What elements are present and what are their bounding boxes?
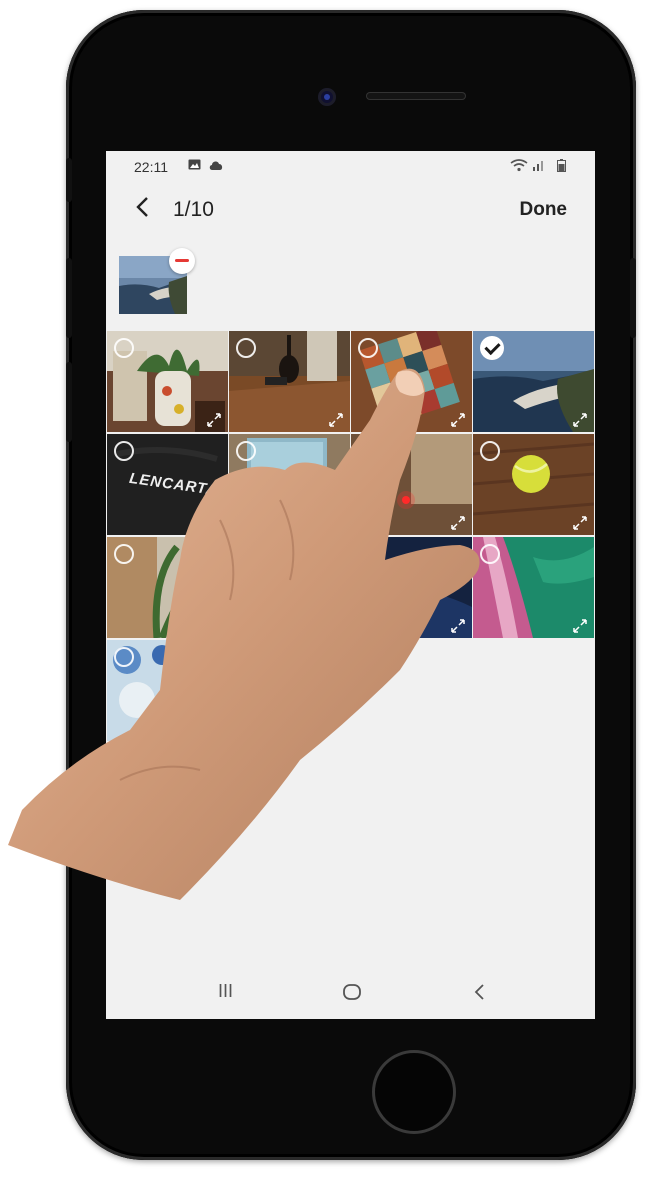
photo-blue-white-texture[interactable] — [107, 640, 228, 741]
volume-up-button — [66, 258, 72, 338]
expand-icon[interactable] — [572, 412, 588, 428]
selection-circle[interactable] — [358, 441, 378, 461]
expand-icon[interactable] — [206, 412, 222, 428]
wifi-icon — [510, 159, 528, 175]
selection-counter: 1/10 — [173, 198, 214, 221]
app-header: 1/10 Done — [106, 191, 595, 235]
photo-red-laser-dot[interactable] — [351, 434, 472, 535]
checkmark-icon[interactable] — [480, 336, 504, 360]
minus-icon[interactable] — [169, 248, 195, 274]
photo-tennis-ball-on-wood[interactable] — [473, 434, 594, 535]
selection-circle[interactable] — [236, 441, 256, 461]
status-time: 22:11 — [134, 159, 168, 175]
photo-black-t-shirt[interactable]: LENCARTA — [107, 434, 228, 535]
image-icon — [188, 159, 201, 173]
expand-icon[interactable] — [572, 515, 588, 531]
home-button[interactable] — [372, 1050, 456, 1134]
expand-icon[interactable] — [450, 515, 466, 531]
expand-icon[interactable] — [572, 618, 588, 634]
selection-circle[interactable] — [114, 544, 134, 564]
photo-blue-painting[interactable] — [229, 434, 350, 535]
screen: 22:11 1/10 Done LENCARTA III — [106, 151, 595, 1019]
signal-icon — [532, 159, 546, 174]
selection-circle[interactable] — [480, 441, 500, 461]
photo-plant-closeup[interactable] — [107, 537, 228, 638]
photo-plant-and-radiator[interactable] — [107, 331, 228, 432]
earpiece-speaker — [366, 92, 466, 100]
back-arrow-icon[interactable] — [134, 195, 150, 226]
expand-icon[interactable] — [450, 412, 466, 428]
selection-circle[interactable] — [114, 338, 134, 358]
battery-icon — [557, 159, 566, 175]
selection-circle[interactable] — [114, 647, 134, 667]
navigation-bar: III — [106, 969, 595, 1019]
selection-circle[interactable] — [358, 338, 378, 358]
status-bar: 22:11 — [106, 151, 595, 183]
volume-down-button — [66, 362, 72, 442]
done-button[interactable]: Done — [520, 199, 568, 221]
recent-apps-button[interactable]: III — [218, 981, 233, 1002]
selection-circle[interactable] — [114, 441, 134, 461]
photo-coastline[interactable] — [473, 331, 594, 432]
expand-icon[interactable] — [450, 618, 466, 634]
selection-circle[interactable] — [480, 544, 500, 564]
selection-circle[interactable] — [236, 338, 256, 358]
home-nav-button[interactable] — [342, 981, 362, 1007]
expand-icon[interactable] — [328, 412, 344, 428]
power-button — [630, 258, 636, 338]
photo-dark-blue[interactable] — [351, 537, 472, 638]
photo-hidden-by-hand[interactable] — [229, 537, 350, 638]
front-camera — [318, 88, 336, 106]
photo-guitar-on-wood-floor[interactable] — [229, 331, 350, 432]
back-nav-button[interactable] — [472, 981, 486, 1007]
photo-green-and-pink-aerial[interactable] — [473, 537, 594, 638]
mute-switch — [66, 158, 72, 202]
photo-patchwork-quilt[interactable] — [351, 331, 472, 432]
cloud-icon — [209, 159, 224, 173]
